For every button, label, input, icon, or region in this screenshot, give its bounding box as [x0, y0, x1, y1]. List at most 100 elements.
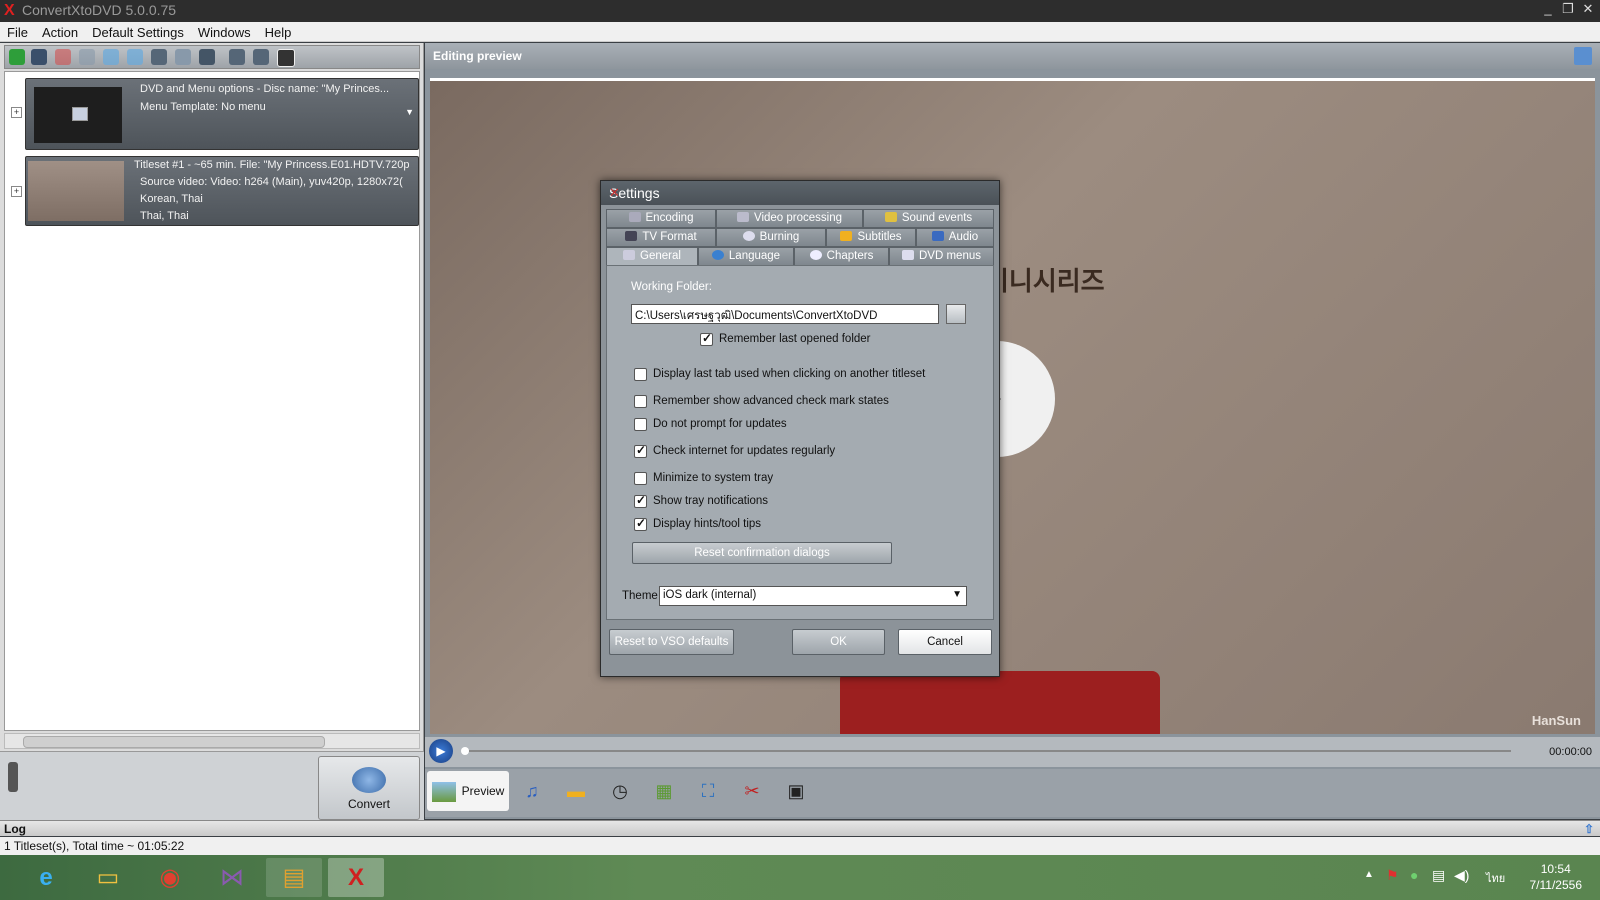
tv-icon — [625, 231, 638, 241]
remember-folder-label: Remember last opened folder — [719, 333, 871, 345]
tab-tv-format[interactable]: TV Format — [606, 228, 716, 247]
save-icon[interactable] — [31, 49, 47, 65]
image-tab-icon[interactable]: ▦ — [643, 771, 685, 811]
volume-icon[interactable]: ◀) — [1454, 867, 1469, 884]
ok-button[interactable]: OK — [792, 629, 885, 655]
time-display: 00:00:00 — [1549, 746, 1592, 758]
dialog-close-icon[interactable]: ✕ — [609, 185, 993, 201]
menu-help[interactable]: Help — [258, 22, 299, 40]
option-checkbox-0[interactable] — [634, 368, 647, 381]
dropdown-icon[interactable]: ▼ — [405, 107, 414, 117]
play-button[interactable]: ▶ — [429, 739, 453, 763]
close-button[interactable]: ✕ — [1578, 1, 1598, 17]
tab-chapters[interactable]: Chapters — [794, 247, 889, 266]
crop-tab-icon[interactable]: ⛶ — [687, 771, 729, 811]
menu-action[interactable]: Action — [35, 22, 85, 40]
tab-subtitles[interactable]: Subtitles — [826, 228, 916, 247]
option-checkbox-3[interactable] — [634, 443, 647, 458]
horizontal-scrollbar[interactable] — [4, 733, 420, 749]
chrome-icon[interactable]: ◉ — [142, 858, 198, 897]
titleset-card[interactable]: Titleset #1 - ~65 min. File: "My Princes… — [25, 156, 419, 226]
app-icon[interactable]: ▤ — [266, 858, 322, 897]
menu-windows[interactable]: Windows — [191, 22, 258, 40]
theme-select[interactable]: iOS dark (internal) ▼ — [659, 586, 967, 606]
tray-app-icon[interactable]: ● — [1410, 867, 1418, 883]
move-down-icon[interactable] — [103, 49, 119, 65]
expand-arrow-icon[interactable] — [1574, 47, 1592, 65]
disc-name-text: DVD and Menu options - Disc name: "My Pr… — [140, 83, 390, 95]
option-checkbox-5[interactable] — [634, 493, 647, 508]
menu-icon — [902, 250, 914, 260]
menu-bar: File Action Default Settings Windows Help — [0, 22, 1600, 42]
reset-to-defaults-button[interactable]: Reset to VSO defaults — [609, 629, 734, 655]
visual-studio-icon[interactable]: ⋈ — [204, 858, 260, 897]
option-checkbox-6[interactable] — [634, 516, 647, 531]
merge-icon[interactable] — [79, 49, 95, 65]
minimize-button[interactable]: _ — [1538, 1, 1558, 16]
clock-date: 7/11/2556 — [1529, 878, 1583, 892]
option-checkbox-1[interactable] — [634, 395, 647, 408]
chapters-tab-icon[interactable]: ◷ — [599, 771, 641, 811]
remember-folder-checkbox[interactable] — [700, 331, 713, 346]
monitor-icon[interactable] — [199, 49, 215, 65]
tab-sound-events[interactable]: Sound events — [863, 209, 994, 228]
preview-header: Editing preview — [425, 43, 1600, 69]
tab-general[interactable]: General — [606, 247, 698, 267]
menu-default-settings[interactable]: Default Settings — [85, 22, 191, 40]
tab-dvd-menus[interactable]: DVD menus — [889, 247, 994, 266]
show-hidden-icons-icon[interactable]: ▲ — [1364, 869, 1374, 880]
project-toolbar — [4, 45, 420, 69]
restore-button[interactable]: ❐ — [1558, 1, 1578, 17]
menu-file[interactable]: File — [0, 22, 35, 40]
input-language[interactable]: ไทย — [1486, 869, 1505, 887]
film-tab-icon[interactable]: ▣ — [775, 771, 817, 811]
tab-preview-label: Preview — [461, 784, 505, 798]
watermark: HanSun — [1531, 713, 1581, 728]
network-icon[interactable]: ▤ — [1432, 867, 1445, 884]
audio-tab-icon[interactable]: ♫ — [511, 771, 553, 811]
tab-burning[interactable]: Burning — [716, 228, 826, 247]
reset-confirmation-dialogs-button[interactable]: Reset confirmation dialogs — [632, 542, 892, 564]
action-center-icon[interactable]: ⚑ — [1386, 867, 1399, 884]
chapters-icon[interactable] — [175, 49, 191, 65]
working-folder-input[interactable]: C:\Users\เศรษฐวุฒิ\Documents\ConvertXtoD… — [631, 304, 939, 324]
tab-preview[interactable]: Preview — [427, 771, 509, 811]
view-list-icon[interactable] — [229, 49, 245, 65]
view-thumbnails-icon[interactable] — [277, 49, 295, 67]
disc-icon — [742, 231, 755, 241]
seek-track[interactable] — [469, 750, 1511, 752]
cut-tab-icon[interactable]: ✂ — [731, 771, 773, 811]
subtitles-tab-icon[interactable]: ▬ — [555, 771, 597, 811]
tab-row-2: TV Format Burning Subtitles Audio — [606, 228, 994, 247]
tab-encoding[interactable]: Encoding — [606, 209, 716, 228]
scrollbar-thumb[interactable] — [23, 736, 325, 748]
option-label-4: Minimize to system tray — [653, 472, 774, 484]
internet-explorer-icon[interactable]: e — [18, 858, 74, 897]
log-bar[interactable]: Log ⇧ — [0, 820, 1600, 836]
browse-folder-icon[interactable] — [946, 304, 966, 324]
seek-handle[interactable] — [461, 747, 469, 755]
globe-icon — [711, 250, 724, 260]
taskbar-clock[interactable]: 10:54 7/11/2556 — [1530, 861, 1583, 893]
preview-tabs: Preview ♫ ▬ ◷ ▦ ⛶ ✂ ▣ — [425, 769, 1600, 817]
file-explorer-icon[interactable]: ▭ — [80, 858, 136, 897]
convert-button[interactable]: Convert — [318, 756, 420, 820]
convertxtodvd-taskbar-icon[interactable]: X — [328, 858, 384, 897]
tab-video-processing[interactable]: Video processing — [716, 209, 863, 228]
tools-icon[interactable] — [151, 49, 167, 65]
add-icon[interactable] — [9, 49, 25, 65]
tab-audio[interactable]: Audio — [916, 228, 994, 247]
tab-language[interactable]: Language — [698, 247, 794, 266]
gear-icon — [628, 212, 641, 222]
option-checkbox-2[interactable] — [634, 418, 647, 431]
expand-icon[interactable]: + — [11, 186, 22, 197]
expand-icon[interactable]: + — [11, 107, 22, 118]
delete-icon[interactable] — [55, 49, 71, 65]
move-up-icon[interactable] — [127, 49, 143, 65]
video-overlay-text: 미니시리즈 — [985, 266, 1105, 296]
cancel-button[interactable]: Cancel — [898, 629, 992, 655]
log-expand-icon[interactable]: ⇧ — [1584, 822, 1594, 836]
option-checkbox-4[interactable] — [634, 472, 647, 485]
dvd-menu-options-card[interactable]: DVD and Menu options - Disc name: "My Pr… — [25, 78, 419, 150]
view-details-icon[interactable] — [253, 49, 269, 65]
